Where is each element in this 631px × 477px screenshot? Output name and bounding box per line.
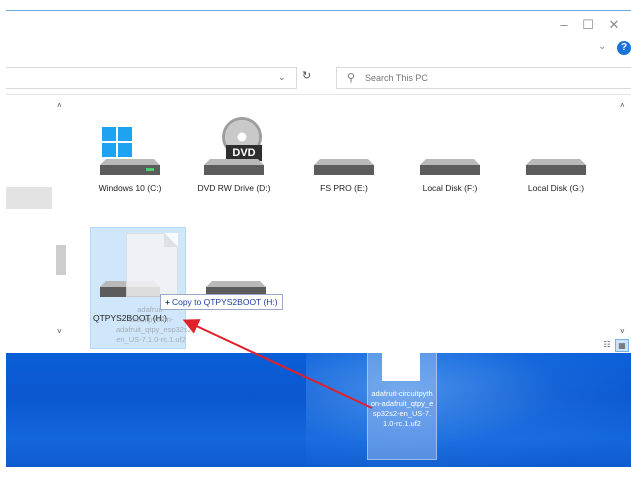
nav-selected-item[interactable]	[6, 187, 52, 209]
scroll-thumb[interactable]	[56, 245, 66, 275]
drive-g[interactable]: Local Disk (G:)	[508, 105, 604, 215]
address-row: ⌄ ↻ ⚲	[6, 67, 631, 89]
search-input[interactable]	[363, 69, 617, 87]
maximize-button[interactable]: ☐	[578, 15, 598, 35]
scroll-down-icon[interactable]: ˅	[57, 327, 62, 336]
copy-to-text: Copy to QTPYS2BOOT (H:)	[171, 297, 278, 307]
plus-icon: +	[165, 297, 170, 307]
details-view-icon[interactable]: ☷	[601, 339, 613, 350]
hard-drive-icon	[100, 159, 160, 175]
large-icons-view-icon[interactable]: ▦	[615, 339, 629, 352]
drag-ghost-label: adafruit-circuitpython-adafruit_qtpy_esp…	[116, 305, 195, 344]
desktop-wallpaper	[6, 352, 631, 477]
drive-label: FS PRO (E:)	[320, 183, 368, 193]
drive-label: Local Disk (F:)	[422, 183, 478, 193]
drive-label: Local Disk (G:)	[527, 183, 585, 193]
dvd-drive-icon	[204, 159, 264, 175]
wallpaper-glow	[306, 352, 631, 477]
scroll-down-icon[interactable]: ˅	[620, 327, 625, 336]
help-icon[interactable]: ?	[617, 41, 631, 55]
drive-c[interactable]: Windows 10 (C:)	[82, 105, 178, 215]
search-box[interactable]: ⚲	[336, 67, 631, 89]
minimize-button[interactable]: –	[554, 15, 574, 35]
content-scrollbar[interactable]: ˄ ˅	[617, 95, 631, 345]
scroll-up-icon[interactable]: ˄	[57, 101, 62, 110]
navigation-pane: ˄ ˅	[6, 95, 76, 353]
ribbon-row: ⌄ ?	[6, 39, 631, 61]
drive-unlabeled[interactable]	[188, 227, 284, 337]
drive-d[interactable]: DVD DVD RW Drive (D:)	[186, 105, 282, 215]
refresh-button[interactable]: ↻	[302, 69, 311, 82]
search-icon: ⚲	[347, 72, 356, 84]
scroll-up-icon[interactable]: ˄	[620, 101, 625, 110]
desktop-file-uf2[interactable]: adafruit-circuitpython-adafruit_qtpy_esp…	[367, 348, 437, 460]
drive-e[interactable]: FS PRO (E:)	[296, 105, 392, 215]
nav-scrollbar[interactable]: ˄ ˅	[54, 95, 68, 345]
file-explorer-window: – ☐ ✕ ⌄ ? ⌄ ↻ ⚲ ˄ ˅	[6, 10, 631, 353]
ribbon-expand-chevron-icon[interactable]: ⌄	[598, 41, 606, 52]
hard-drive-icon	[314, 159, 374, 175]
drag-ghost-file-icon	[126, 233, 178, 297]
desktop-file-label: adafruit-circuitpython-adafruit_qtpy_esp…	[370, 389, 434, 428]
copy-to-tooltip: + Copy to QTPYS2BOOT (H:)	[160, 294, 283, 310]
view-toggle-group: ☷ ▦	[599, 339, 631, 352]
hard-drive-icon	[420, 159, 480, 175]
drive-f[interactable]: Local Disk (F:)	[402, 105, 498, 215]
content-area: Windows 10 (C:) DVD DVD RW Drive (D:) FS…	[76, 95, 631, 353]
address-dropdown-chevron-icon[interactable]: ⌄	[278, 72, 286, 83]
title-bar: – ☐ ✕	[6, 11, 631, 39]
file-icon	[382, 353, 420, 381]
hard-drive-icon	[526, 159, 586, 175]
address-bar[interactable]: ⌄	[6, 67, 297, 89]
bottom-edge	[0, 467, 631, 477]
drive-label: Windows 10 (C:)	[98, 183, 162, 193]
close-button[interactable]: ✕	[604, 15, 624, 35]
drive-label: DVD RW Drive (D:)	[197, 183, 271, 193]
